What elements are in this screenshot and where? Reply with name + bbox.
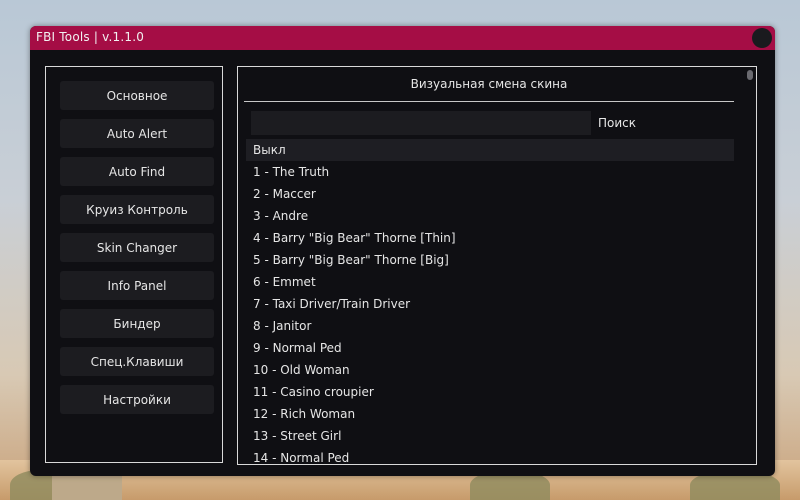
skin-list-item[interactable]: Выкл bbox=[246, 139, 734, 161]
skin-list-item[interactable]: 2 - Maccer bbox=[246, 183, 734, 205]
panel-title: Визуальная смена скина bbox=[244, 67, 734, 102]
sidebar-item-skin-changer[interactable]: Skin Changer bbox=[60, 233, 214, 262]
skin-list-item[interactable]: 3 - Andre bbox=[246, 205, 734, 227]
window-title: FBI Tools | v.1.1.0 bbox=[36, 30, 145, 44]
sidebar-item-binder[interactable]: Биндер bbox=[60, 309, 214, 338]
skin-list-item[interactable]: 7 - Taxi Driver/Train Driver bbox=[246, 293, 734, 315]
skin-list-item[interactable]: 1 - The Truth bbox=[246, 161, 734, 183]
skin-list-item[interactable]: 8 - Janitor bbox=[246, 315, 734, 337]
skin-list-item[interactable]: 12 - Rich Woman bbox=[246, 403, 734, 425]
sidebar-item-auto-find[interactable]: Auto Find bbox=[60, 157, 214, 186]
sidebar: Основное Auto Alert Auto Find Круиз Конт… bbox=[45, 66, 223, 463]
sidebar-item-cruise-control[interactable]: Круиз Контроль bbox=[60, 195, 214, 224]
sidebar-item-special-keys[interactable]: Спец.Клавиши bbox=[60, 347, 214, 376]
fbi-tools-window: FBI Tools | v.1.1.0 Основное Auto Alert … bbox=[30, 26, 775, 476]
skin-changer-panel: Визуальная смена скина Поиск Выкл 1 - Th… bbox=[237, 66, 757, 465]
scrollbar-thumb[interactable] bbox=[747, 70, 753, 80]
skin-list-item[interactable]: 11 - Casino croupier bbox=[246, 381, 734, 403]
sidebar-item-main[interactable]: Основное bbox=[60, 81, 214, 110]
close-button[interactable] bbox=[752, 28, 772, 48]
skin-list-item[interactable]: 6 - Emmet bbox=[246, 271, 734, 293]
sidebar-item-auto-alert[interactable]: Auto Alert bbox=[60, 119, 214, 148]
skin-list-item[interactable]: 4 - Barry "Big Bear" Thorne [Thin] bbox=[246, 227, 734, 249]
sidebar-item-settings[interactable]: Настройки bbox=[60, 385, 214, 414]
skin-list-scrollbar[interactable] bbox=[746, 69, 754, 462]
skin-list-item[interactable]: 13 - Street Girl bbox=[246, 425, 734, 447]
search-input[interactable] bbox=[251, 111, 591, 135]
skin-list-item[interactable]: 14 - Normal Ped bbox=[246, 447, 734, 464]
skin-list-item[interactable]: 10 - Old Woman bbox=[246, 359, 734, 381]
sidebar-item-info-panel[interactable]: Info Panel bbox=[60, 271, 214, 300]
skin-list-item[interactable]: 9 - Normal Ped bbox=[246, 337, 734, 359]
title-bar[interactable]: FBI Tools | v.1.1.0 bbox=[30, 26, 775, 50]
skin-list: Выкл 1 - The Truth 2 - Maccer 3 - Andre … bbox=[246, 139, 734, 464]
skin-list-item[interactable]: 5 - Barry "Big Bear" Thorne [Big] bbox=[246, 249, 734, 271]
search-label: Поиск bbox=[598, 116, 637, 130]
